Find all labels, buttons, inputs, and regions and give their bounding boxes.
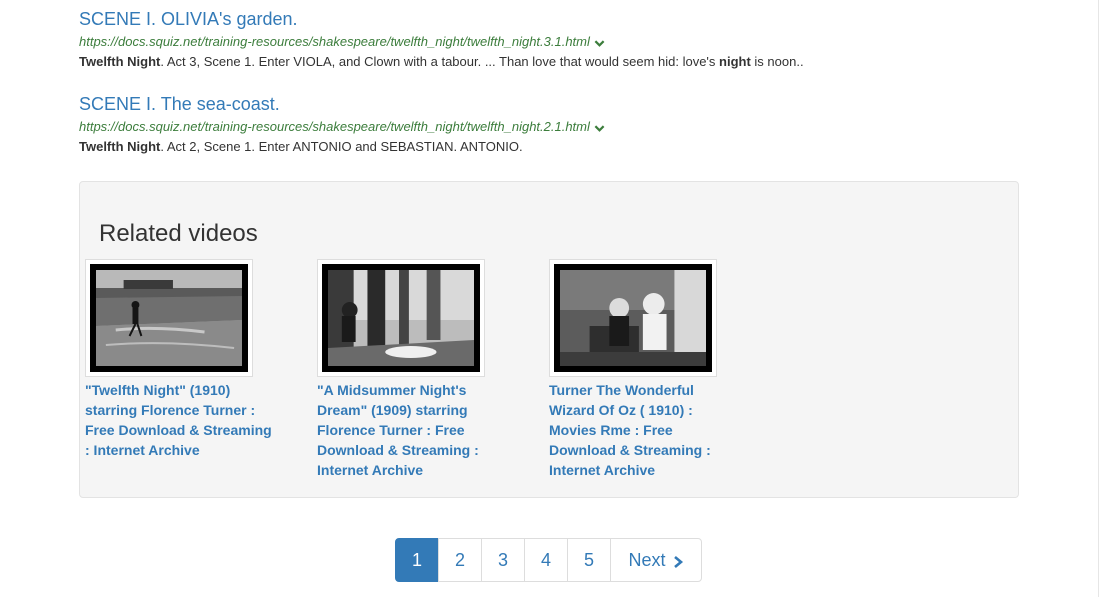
page-2-link[interactable]: 2 <box>438 538 482 582</box>
video-title-link[interactable]: "Twelfth Night" (1910) starring Florence… <box>85 380 277 460</box>
result-snippet: Twelfth Night. Act 2, Scene 1. Enter ANT… <box>79 138 1019 155</box>
video-card: "Twelfth Night" (1910) starring Florence… <box>85 259 275 460</box>
pagination: 1 2 3 4 5 Next <box>395 538 702 582</box>
page-1-link[interactable]: 1 <box>395 538 439 582</box>
page-4-link[interactable]: 4 <box>524 538 568 582</box>
next-page-button[interactable]: Next <box>610 538 702 582</box>
related-videos-panel: Related videos "Twelfth Night" (1910) st… <box>79 181 1019 498</box>
next-label: Next <box>628 549 666 570</box>
forest-scene-thumbnail[interactable] <box>317 259 485 377</box>
result-url-row: https://docs.squiz.net/training-resource… <box>79 33 1019 49</box>
page-3-link[interactable]: 3 <box>481 538 525 582</box>
snippet-text: is noon.. <box>750 54 804 69</box>
snippet-highlight: night <box>719 54 751 69</box>
related-videos-heading: Related videos <box>99 220 258 247</box>
result-url-row: https://docs.squiz.net/training-resource… <box>79 118 1019 134</box>
page-5-link[interactable]: 5 <box>567 538 611 582</box>
search-result: SCENE I. The sea-coast. https://docs.squ… <box>79 94 1019 155</box>
search-result: SCENE I. OLIVIA's garden. https://docs.s… <box>79 9 1019 70</box>
snippet-highlight: Twelfth Night <box>79 139 161 154</box>
chevron-right-icon <box>672 553 684 568</box>
video-title-link[interactable]: Turner The Wonderful Wizard Of Oz ( 1910… <box>549 380 741 480</box>
stage-scene-thumbnail[interactable] <box>549 259 717 377</box>
snippet-text: . Act 3, Scene 1. Enter VIOLA, and Clown… <box>160 54 720 69</box>
result-snippet: Twelfth Night. Act 3, Scene 1. Enter VIO… <box>79 53 1019 70</box>
video-card: "A Midsummer Night's Dream" (1909) starr… <box>317 259 507 480</box>
result-title-link[interactable]: SCENE I. The sea-coast. <box>79 94 280 114</box>
video-title-link[interactable]: "A Midsummer Night's Dream" (1909) starr… <box>317 380 509 480</box>
result-title-link[interactable]: SCENE I. OLIVIA's garden. <box>79 9 298 29</box>
result-url: https://docs.squiz.net/training-resource… <box>79 33 590 49</box>
snippet-highlight: Twelfth Night <box>79 54 161 69</box>
chevron-down-icon[interactable] <box>594 36 605 47</box>
beach-scene-thumbnail[interactable] <box>85 259 253 377</box>
video-card: Turner The Wonderful Wizard Of Oz ( 1910… <box>549 259 739 480</box>
snippet-text: . Act 2, Scene 1. Enter ANTONIO and SEBA… <box>160 139 523 154</box>
result-url: https://docs.squiz.net/training-resource… <box>79 118 590 134</box>
chevron-down-icon[interactable] <box>594 121 605 132</box>
